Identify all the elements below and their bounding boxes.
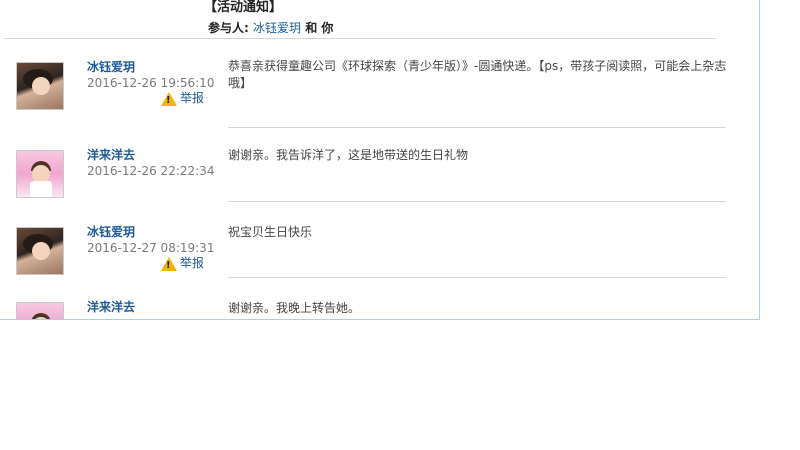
message-text: 祝宝贝生日快乐 [228, 225, 313, 239]
message-item: 冰钰爱玥 2016-12-27 08:19:31 举报 祝宝贝生日快乐 [0, 202, 759, 278]
report-label: 举报 [180, 91, 205, 105]
message-timestamp: 2016-12-26 22:22:34 [87, 164, 215, 178]
page-title: 【活动通知】 [204, 0, 283, 15]
message-item: 洋来洋去 谢谢亲。我晚上转告她。 [0, 278, 759, 319]
participants-label: 参与人: [208, 21, 249, 35]
avatar[interactable] [16, 150, 64, 198]
message-text: 谢谢亲。我告诉洋了，这是地带送的生日礼物 [228, 148, 469, 162]
participant-user-link[interactable]: 冰钰爱玥 [253, 21, 301, 35]
username-link[interactable]: 冰钰爱玥 [87, 225, 135, 240]
avatar[interactable] [16, 62, 64, 110]
username-link[interactable]: 冰钰爱玥 [87, 60, 135, 75]
avatar[interactable] [16, 227, 64, 275]
message-thread-panel: 【活动通知】 参与人: 冰钰爱玥 和 你 冰钰爱玥 2016-12-26 19:… [0, 0, 760, 320]
username-link[interactable]: 洋来洋去 [87, 300, 135, 315]
header-divider [4, 38, 716, 39]
warning-icon [161, 256, 177, 273]
message-timestamp: 2016-12-27 08:19:31 [87, 241, 215, 255]
report-button[interactable]: 举报 [161, 91, 205, 108]
avatar[interactable] [16, 302, 64, 319]
message-text: 谢谢亲。我晚上转告她。 [228, 301, 361, 315]
report-label: 举报 [180, 256, 205, 270]
message-item: 洋来洋去 2016-12-26 22:22:34 谢谢亲。我告诉洋了，这是地带送… [0, 128, 759, 204]
participants-suffix: 和 你 [305, 21, 334, 35]
message-item: 冰钰爱玥 2016-12-26 19:56:10 举报 恭喜亲获得童趣公司《环球… [0, 52, 759, 128]
message-timestamp: 2016-12-26 19:56:10 [87, 76, 215, 90]
participants-line: 参与人: 冰钰爱玥 和 你 [208, 20, 333, 36]
report-button[interactable]: 举报 [161, 256, 205, 273]
message-text: 恭喜亲获得童趣公司《环球探索（青少年版）》-圆通快递。【ps，带孩子阅读照，可能… [228, 59, 727, 90]
warning-icon [161, 91, 177, 108]
username-link[interactable]: 洋来洋去 [87, 148, 135, 163]
